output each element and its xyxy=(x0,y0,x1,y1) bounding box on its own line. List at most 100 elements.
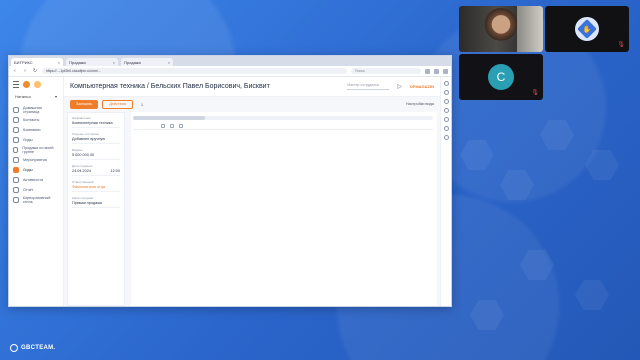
notifications-icon[interactable] xyxy=(23,81,30,88)
calendar-icon[interactable] xyxy=(443,108,449,113)
profile-icon[interactable] xyxy=(34,81,41,88)
help-icon[interactable] xyxy=(443,81,449,86)
field-value: 24.04.2024 xyxy=(72,169,92,173)
report-icon xyxy=(13,187,19,193)
play-icon[interactable]: ▷ xyxy=(397,83,402,90)
bot-logo: ✋ xyxy=(575,17,599,41)
tab-sales[interactable]: Продажи × xyxy=(66,58,118,66)
field-direction[interactable]: Направление Компьютерная техника xyxy=(72,116,120,128)
download-icon[interactable] xyxy=(434,68,439,74)
tab-label: БИТРИКС xyxy=(14,59,33,65)
style-icon xyxy=(13,197,19,203)
leads-icon xyxy=(13,137,19,143)
header-tools: Мастер сотрудника ▷ DFMAGAZIN xyxy=(347,83,434,90)
comment-icon[interactable] xyxy=(161,124,165,128)
sidebar-item-sales-group[interactable]: Продажи по моей группе xyxy=(9,145,63,155)
field-responsible[interactable]: Ответственный Фамилия имя отца xyxy=(72,180,120,192)
sidebar-item-report[interactable]: Отчёт xyxy=(9,185,63,195)
sidebar-item-style[interactable]: Корпоративный стиль xyxy=(9,195,63,205)
field-created[interactable]: Дата создания 24.04.2024 12:00 xyxy=(72,164,120,176)
address-bar: ‹ › ↻ https://....1pf2b0.cloudfpm.ru/crm… xyxy=(9,66,451,77)
mic-muted-icon: 🎙 xyxy=(617,42,625,48)
video-tile-speaker xyxy=(459,6,543,52)
back-icon[interactable]: ‹ xyxy=(12,68,18,74)
field-budget[interactable]: Бюджет 5 000 000,00 xyxy=(72,148,120,160)
field-value-link[interactable]: Фамилия имя отца xyxy=(72,184,120,192)
tab-label: Продажи xyxy=(69,59,86,65)
footer-logo: GBCTEAM. xyxy=(10,344,55,352)
field-value: Добавлен вручную xyxy=(72,136,120,144)
save-button[interactable]: Записать xyxy=(70,99,99,109)
field-channel[interactable]: Канал продажи Прямая продажа xyxy=(72,196,120,208)
close-icon[interactable]: × xyxy=(113,60,115,65)
sidebar-user[interactable]: Наталья ▾ xyxy=(9,90,63,103)
actions-bar: Записать Действия 1 Настройки вида xyxy=(64,97,440,111)
sidebar-item-label: Продажи по моей группе xyxy=(22,146,54,154)
actions-button[interactable]: Действия xyxy=(102,99,133,109)
sidebar-item-companies[interactable]: Компании xyxy=(9,125,63,135)
browser-window: БИТРИКС × Продажи × Продажа × ‹ › ↻ http… xyxy=(8,55,452,307)
main-area: Компьютерная техника / Бельских Павел Бо… xyxy=(64,77,440,306)
mic-muted-icon: 🎙 xyxy=(531,90,539,96)
hamburger-icon[interactable] xyxy=(13,81,19,88)
sidebar-item-activities[interactable]: Активности xyxy=(9,175,63,185)
task-icon[interactable] xyxy=(179,124,183,128)
events-icon xyxy=(13,157,19,163)
sidebar-item-label: Мероприятия xyxy=(23,158,47,162)
sidebar-item-label: Лиды xyxy=(23,138,33,142)
brand-logo: DFMAGAZIN xyxy=(410,84,434,89)
tab-label: Продажа xyxy=(124,59,141,65)
attach-icon[interactable] xyxy=(170,124,174,128)
sidebar-item-events[interactable]: Мероприятия xyxy=(9,155,63,165)
refresh-icon[interactable]: ↻ xyxy=(32,68,38,74)
sidebar-item-label: Контакты xyxy=(23,118,40,122)
leads-active-icon xyxy=(13,167,19,173)
hand-icon: ✋ xyxy=(577,19,597,39)
logo-mark-icon xyxy=(10,344,18,352)
tab-sale[interactable]: Продажа × xyxy=(121,58,173,66)
video-tile-bot: ✋ 🎙 xyxy=(545,6,629,52)
browser-search[interactable]: Поиск xyxy=(351,68,421,74)
find-input[interactable]: Мастер сотрудника xyxy=(347,83,390,90)
view-settings-link[interactable]: Настройки вида xyxy=(406,102,434,106)
sidebar-item-leads[interactable]: Лиды xyxy=(9,135,63,145)
sidebar-item-contacts[interactable]: Контакты xyxy=(9,115,63,125)
sidebar-top xyxy=(9,79,63,90)
page-header: Компьютерная техника / Бельских Павел Бо… xyxy=(64,77,440,97)
footer-brand: GBCTEAM. xyxy=(21,345,56,351)
sidebar-nav: Домашняя страница Контакты Компании Лиды… xyxy=(9,105,63,205)
chat-icon[interactable] xyxy=(443,90,449,95)
forward-icon[interactable]: › xyxy=(22,68,28,74)
timeline-tools xyxy=(161,124,183,128)
mail-icon[interactable] xyxy=(443,117,449,122)
bookmark-icon[interactable] xyxy=(425,68,430,74)
activities-icon xyxy=(13,177,19,183)
close-icon[interactable]: × xyxy=(168,60,170,65)
sidebar-item-label: Корпоративный стиль xyxy=(22,196,51,204)
bell-icon[interactable] xyxy=(443,126,449,131)
close-icon[interactable]: × xyxy=(58,60,60,65)
stage-progress-bar[interactable] xyxy=(133,116,433,120)
phone-icon[interactable] xyxy=(443,99,449,104)
browser-tabs: БИТРИКС × Продажи × Продажа × xyxy=(9,56,451,66)
sidebar-item-leads-active[interactable]: Лиды xyxy=(9,165,63,175)
menu-icon[interactable] xyxy=(443,68,448,74)
field-value-row: 24.04.2024 12:00 xyxy=(72,168,120,176)
companies-icon xyxy=(13,127,19,133)
sidebar-item-label: Лиды xyxy=(23,168,33,172)
field-status[interactable]: Текущее состояние Добавлен вручную xyxy=(72,132,120,144)
details-card: Направление Компьютерная техника Текущее… xyxy=(67,112,125,306)
settings-icon[interactable] xyxy=(443,135,449,140)
avatar: C xyxy=(488,64,514,90)
tab-active[interactable]: БИТРИКС × xyxy=(11,58,63,66)
sidebar-item-label: Компании xyxy=(23,128,41,132)
background-room xyxy=(517,6,543,52)
sidebar-item-home[interactable]: Домашняя страница xyxy=(9,105,63,115)
url-field[interactable]: https://....1pf2b0.cloudfpm.ru/crm/... xyxy=(42,68,347,74)
chevron-down-icon: ▾ xyxy=(54,94,57,99)
sidebar-item-label: Отчёт xyxy=(23,188,34,192)
video-tile-participant: C 🎙 xyxy=(459,54,543,100)
right-rail xyxy=(440,77,451,306)
crm-app: Наталья ▾ Домашняя страница Контакты Ком… xyxy=(9,77,451,306)
content-area: Направление Компьютерная техника Текущее… xyxy=(64,112,440,306)
